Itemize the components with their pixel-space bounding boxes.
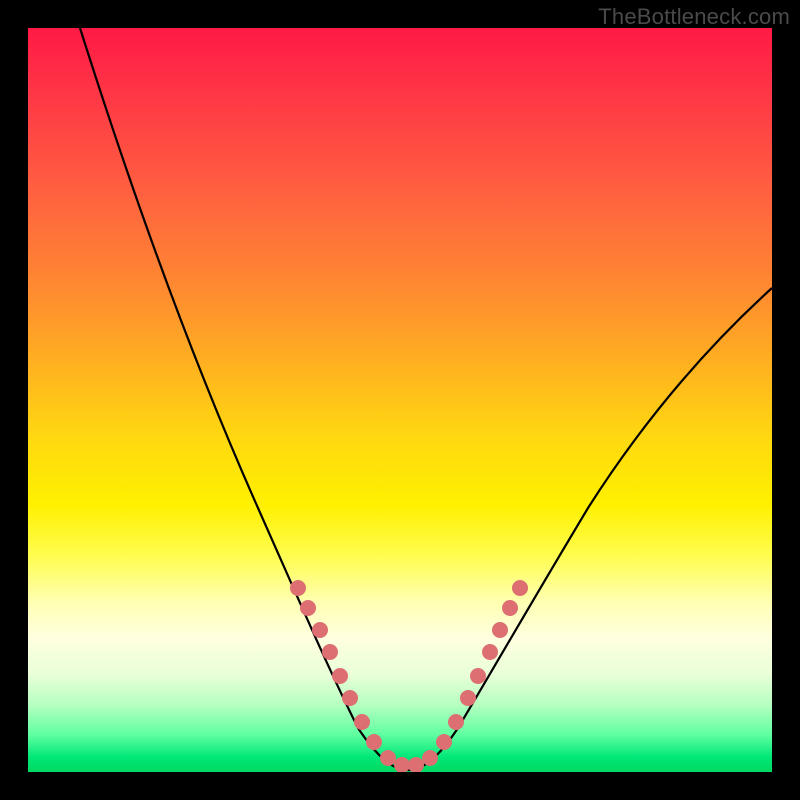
watermark-text: TheBottleneck.com: [598, 4, 790, 30]
highlight-dots: [290, 580, 528, 772]
bottleneck-curve: [28, 28, 772, 772]
plot-area: [28, 28, 772, 772]
curve-left-branch: [80, 28, 408, 770]
chart-frame: TheBottleneck.com: [0, 0, 800, 800]
